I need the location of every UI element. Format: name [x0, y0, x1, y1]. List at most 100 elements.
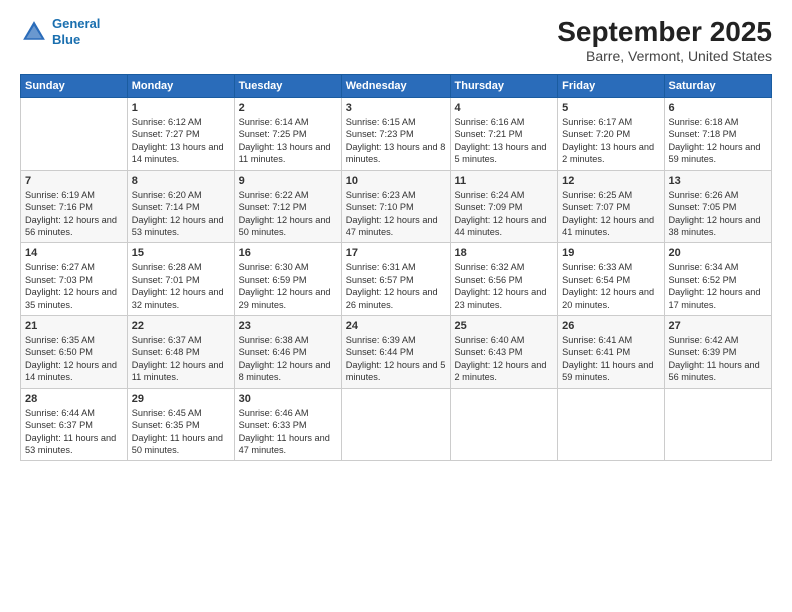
day-number: 29 [132, 393, 230, 405]
calendar-cell: 3 Sunrise: 6:15 AMSunset: 7:23 PMDaylight… [341, 98, 450, 171]
week-row-2: 7Sunrise: 6:19 AMSunset: 7:16 PMDaylight… [21, 170, 772, 243]
cell-info: Sunrise: 6:17 AMSunset: 7:20 PMDaylight:… [562, 116, 659, 166]
cell-info: Sunrise: 6:20 AMSunset: 7:14 PMDaylight:… [132, 189, 230, 239]
cell-info: Sunrise: 6:24 AMSunset: 7:09 PMDaylight:… [455, 189, 554, 239]
calendar-cell: 4 Sunrise: 6:16 AMSunset: 7:21 PMDaylight… [450, 98, 558, 171]
col-header-sunday: Sunday [21, 75, 128, 98]
calendar-cell: 2 Sunrise: 6:14 AMSunset: 7:25 PMDaylight… [234, 98, 341, 171]
cell-info: Sunrise: 6:41 AMSunset: 6:41 PMDaylight:… [562, 334, 659, 384]
day-number: 23 [239, 320, 337, 332]
calendar-cell: 26 Sunrise: 6:41 AMSunset: 6:41 PMDayligh… [558, 316, 664, 389]
day-number: 1 [132, 102, 230, 114]
day-number: 26 [562, 320, 659, 332]
day-number: 6 [669, 102, 768, 114]
day-number: 10 [346, 175, 446, 187]
day-number: 22 [132, 320, 230, 332]
cell-info: Sunrise: 6:45 AMSunset: 6:35 PMDaylight:… [132, 407, 230, 457]
day-number: 3 [346, 102, 446, 114]
col-header-saturday: Saturday [664, 75, 772, 98]
calendar-cell: 14Sunrise: 6:27 AMSunset: 7:03 PMDayligh… [21, 243, 128, 316]
calendar-table: SundayMondayTuesdayWednesdayThursdayFrid… [20, 74, 772, 461]
day-number: 28 [25, 393, 123, 405]
logo-icon [20, 18, 48, 46]
logo-line2: Blue [52, 32, 100, 48]
day-number: 21 [25, 320, 123, 332]
cell-info: Sunrise: 6:37 AMSunset: 6:48 PMDaylight:… [132, 334, 230, 384]
col-header-monday: Monday [127, 75, 234, 98]
header-row: SundayMondayTuesdayWednesdayThursdayFrid… [21, 75, 772, 98]
calendar-cell: 19 Sunrise: 6:33 AMSunset: 6:54 PMDayligh… [558, 243, 664, 316]
day-number: 27 [669, 320, 768, 332]
day-number: 19 [562, 247, 659, 259]
calendar-title: September 2025 [557, 16, 772, 48]
day-number: 24 [346, 320, 446, 332]
calendar-cell: 8Sunrise: 6:20 AMSunset: 7:14 PMDaylight… [127, 170, 234, 243]
day-number: 25 [455, 320, 554, 332]
week-row-1: 1 Sunrise: 6:12 AMSunset: 7:27 PMDaylight… [21, 98, 772, 171]
day-number: 11 [455, 175, 554, 187]
day-number: 14 [25, 247, 123, 259]
cell-info: Sunrise: 6:12 AMSunset: 7:27 PMDaylight:… [132, 116, 230, 166]
cell-info: Sunrise: 6:42 AMSunset: 6:39 PMDaylight:… [669, 334, 768, 384]
cell-info: Sunrise: 6:34 AMSunset: 6:52 PMDaylight:… [669, 261, 768, 311]
day-number: 9 [239, 175, 337, 187]
day-number: 18 [455, 247, 554, 259]
cell-info: Sunrise: 6:40 AMSunset: 6:43 PMDaylight:… [455, 334, 554, 384]
cell-info: Sunrise: 6:25 AMSunset: 7:07 PMDaylight:… [562, 189, 659, 239]
calendar-cell: 17 Sunrise: 6:31 AMSunset: 6:57 PMDayligh… [341, 243, 450, 316]
cell-info: Sunrise: 6:44 AMSunset: 6:37 PMDaylight:… [25, 407, 123, 457]
cell-info: Sunrise: 6:26 AMSunset: 7:05 PMDaylight:… [669, 189, 768, 239]
day-number: 13 [669, 175, 768, 187]
calendar-cell: 27 Sunrise: 6:42 AMSunset: 6:39 PMDayligh… [664, 316, 772, 389]
cell-info: Sunrise: 6:14 AMSunset: 7:25 PMDaylight:… [239, 116, 337, 166]
day-number: 12 [562, 175, 659, 187]
calendar-cell [450, 388, 558, 461]
calendar-cell: 12 Sunrise: 6:25 AMSunset: 7:07 PMDayligh… [558, 170, 664, 243]
cell-info: Sunrise: 6:30 AMSunset: 6:59 PMDaylight:… [239, 261, 337, 311]
calendar-cell: 6 Sunrise: 6:18 AMSunset: 7:18 PMDaylight… [664, 98, 772, 171]
col-header-tuesday: Tuesday [234, 75, 341, 98]
day-number: 2 [239, 102, 337, 114]
calendar-cell: 25 Sunrise: 6:40 AMSunset: 6:43 PMDayligh… [450, 316, 558, 389]
calendar-cell [341, 388, 450, 461]
calendar-cell: 11 Sunrise: 6:24 AMSunset: 7:09 PMDayligh… [450, 170, 558, 243]
day-number: 17 [346, 247, 446, 259]
day-number: 4 [455, 102, 554, 114]
calendar-cell: 18Sunrise: 6:32 AMSunset: 6:56 PMDayligh… [450, 243, 558, 316]
day-number: 15 [132, 247, 230, 259]
calendar-cell: 22 Sunrise: 6:37 AMSunset: 6:48 PMDayligh… [127, 316, 234, 389]
cell-info: Sunrise: 6:28 AMSunset: 7:01 PMDaylight:… [132, 261, 230, 311]
cell-info: Sunrise: 6:31 AMSunset: 6:57 PMDaylight:… [346, 261, 446, 311]
col-header-friday: Friday [558, 75, 664, 98]
title-block: September 2025 Barre, Vermont, United St… [557, 16, 772, 64]
cell-info: Sunrise: 6:19 AMSunset: 7:16 PMDaylight:… [25, 189, 123, 239]
day-number: 5 [562, 102, 659, 114]
calendar-cell: 29 Sunrise: 6:45 AMSunset: 6:35 PMDayligh… [127, 388, 234, 461]
header: General Blue September 2025 Barre, Vermo… [20, 16, 772, 64]
calendar-cell: 16 Sunrise: 6:30 AMSunset: 6:59 PMDayligh… [234, 243, 341, 316]
day-number: 30 [239, 393, 337, 405]
cell-info: Sunrise: 6:39 AMSunset: 6:44 PMDaylight:… [346, 334, 446, 384]
cell-info: Sunrise: 6:22 AMSunset: 7:12 PMDaylight:… [239, 189, 337, 239]
day-number: 16 [239, 247, 337, 259]
calendar-cell: 20Sunrise: 6:34 AMSunset: 6:52 PMDayligh… [664, 243, 772, 316]
calendar-cell: 28 Sunrise: 6:44 AMSunset: 6:37 PMDayligh… [21, 388, 128, 461]
cell-info: Sunrise: 6:35 AMSunset: 6:50 PMDaylight:… [25, 334, 123, 384]
logo-text: General Blue [52, 16, 100, 47]
calendar-cell: 10 Sunrise: 6:23 AMSunset: 7:10 PMDayligh… [341, 170, 450, 243]
calendar-cell [21, 98, 128, 171]
calendar-cell [664, 388, 772, 461]
logo-line1: General [52, 16, 100, 32]
col-header-thursday: Thursday [450, 75, 558, 98]
week-row-4: 21 Sunrise: 6:35 AMSunset: 6:50 PMDayligh… [21, 316, 772, 389]
week-row-3: 14Sunrise: 6:27 AMSunset: 7:03 PMDayligh… [21, 243, 772, 316]
cell-info: Sunrise: 6:23 AMSunset: 7:10 PMDaylight:… [346, 189, 446, 239]
cell-info: Sunrise: 6:16 AMSunset: 7:21 PMDaylight:… [455, 116, 554, 166]
calendar-cell: 23Sunrise: 6:38 AMSunset: 6:46 PMDayligh… [234, 316, 341, 389]
cell-info: Sunrise: 6:15 AMSunset: 7:23 PMDaylight:… [346, 116, 446, 166]
cell-info: Sunrise: 6:18 AMSunset: 7:18 PMDaylight:… [669, 116, 768, 166]
cell-info: Sunrise: 6:33 AMSunset: 6:54 PMDaylight:… [562, 261, 659, 311]
week-row-5: 28 Sunrise: 6:44 AMSunset: 6:37 PMDayligh… [21, 388, 772, 461]
calendar-cell: 1 Sunrise: 6:12 AMSunset: 7:27 PMDaylight… [127, 98, 234, 171]
calendar-cell: 13 Sunrise: 6:26 AMSunset: 7:05 PMDayligh… [664, 170, 772, 243]
